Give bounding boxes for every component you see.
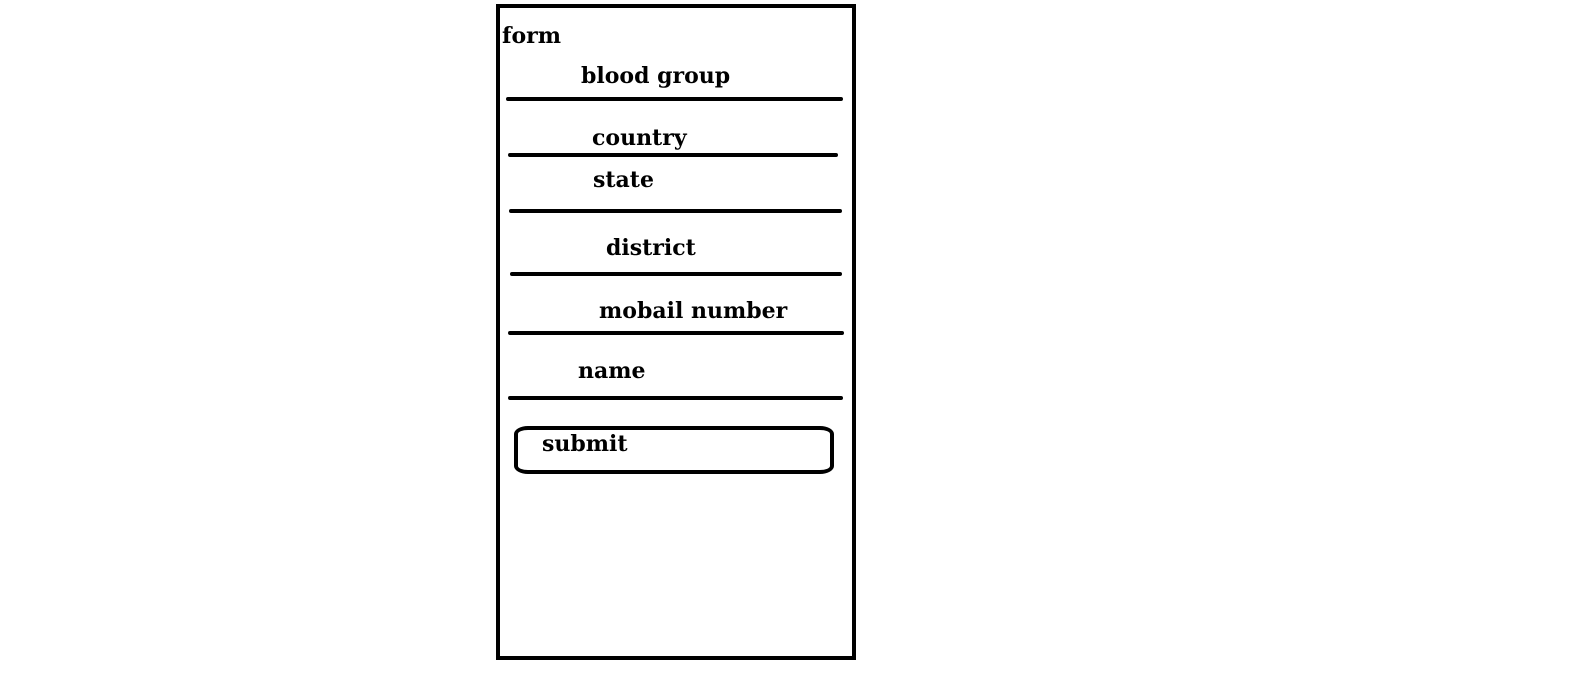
country-label: country [592,125,687,151]
state-input[interactable] [509,209,842,213]
district-input[interactable] [510,272,842,276]
country-input[interactable] [508,153,838,157]
district-label: district [606,235,696,261]
submit-button[interactable]: submit [514,426,834,474]
name-label: name [578,358,646,384]
blood-group-label: blood group [581,63,731,89]
name-input[interactable] [508,396,843,400]
state-label: state [593,167,654,193]
blood-group-input[interactable] [506,97,843,101]
submit-label: submit [542,431,628,457]
mobile-number-label: mobail number [599,298,788,324]
mobile-number-input[interactable] [508,331,844,335]
form-title: form [502,23,562,49]
